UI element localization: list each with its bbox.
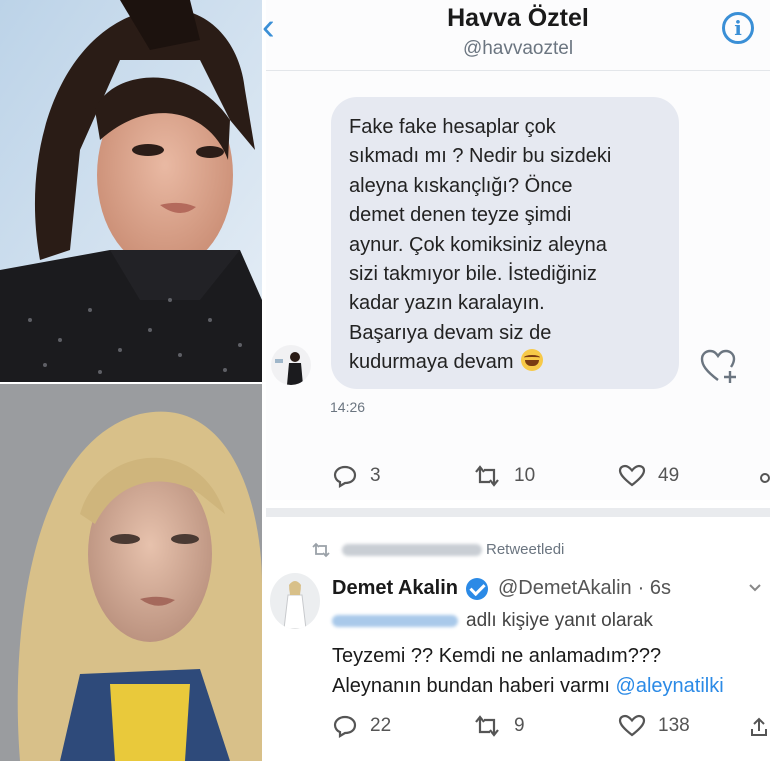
heart-plus-icon[interactable] xyxy=(700,348,740,386)
message-line-last: kudurmaya devam xyxy=(349,348,661,377)
tweet-text-line: Teyzemi ?? Kemdi ne anlamadım??? xyxy=(332,645,662,667)
retweeted-label: Retweetledi xyxy=(486,541,565,558)
blurred-reply-target xyxy=(332,615,458,627)
reply-action[interactable]: 3 xyxy=(332,464,381,488)
direct-message-panel: ‹ Havva Öztel @havvaoztel i Fake fake he… xyxy=(262,0,770,500)
message-line: sıkmadı mı ? Nedir bu sizdeki xyxy=(349,145,612,168)
tweet-author-line: Demet Akalin @DemetAkalin · 6s xyxy=(332,577,671,600)
mention-link[interactable]: @aleynatilki xyxy=(616,675,724,697)
conversation-handle: @havvaoztel xyxy=(462,38,574,59)
photo-brunette-woman xyxy=(0,0,262,382)
verified-badge-icon xyxy=(465,577,488,600)
like-count: 49 xyxy=(658,465,680,486)
author-name[interactable]: Demet Akalin xyxy=(332,577,458,600)
blurred-retweeter-name xyxy=(342,543,482,556)
reply-icon xyxy=(333,465,357,488)
like-action[interactable]: 49 xyxy=(618,464,679,488)
tweet-body: Teyzemi ?? Kemdi ne anlamadım??? Aleynan… xyxy=(332,641,724,701)
reply-label: adlı kişiye yanıt olarak xyxy=(466,610,653,631)
reply-context: adlı kişiye yanıt olarak xyxy=(332,610,653,632)
tweet-age: · 6s xyxy=(637,577,671,599)
retweet-action[interactable]: 10 xyxy=(472,464,535,488)
message-bubble[interactable]: Fake fake hesaplar çok sıkmadı mı ? Nedi… xyxy=(331,97,679,389)
retweet-icon xyxy=(475,465,499,487)
message-line: sizi takmıyor bile. İstediğiniz xyxy=(349,263,597,286)
retweeted-by-line: Retweetledi xyxy=(310,541,564,558)
share-icon[interactable] xyxy=(750,717,768,737)
sender-avatar[interactable] xyxy=(271,345,311,385)
reply-icon xyxy=(333,715,357,738)
tweet-reply-action[interactable]: 22 xyxy=(332,714,391,738)
message-line: aynur. Çok komiksiniz aleyna xyxy=(349,233,607,256)
retweet-small-icon xyxy=(312,542,330,557)
retweet-icon xyxy=(475,715,499,737)
message-line: kadar yazın karalayın. xyxy=(349,292,545,315)
tweet-text-line: Aleynanın bundan haberi varmı @aleynatil… xyxy=(332,671,724,701)
message-line: Başarıya devam siz de xyxy=(349,321,552,344)
heart-icon xyxy=(618,464,646,487)
tweet-text-prefix: Aleynanın bundan haberi varmı xyxy=(332,675,610,697)
tweet-retweet-count: 9 xyxy=(514,715,525,736)
message-line: demet denen teyze şimdi xyxy=(349,204,572,227)
author-handle[interactable]: @DemetAkalin xyxy=(498,577,632,600)
tweet-reply-count: 22 xyxy=(370,715,392,736)
tweet-like-action[interactable]: 138 xyxy=(618,714,690,738)
message-line-text: kudurmaya devam xyxy=(349,351,514,374)
reply-count: 3 xyxy=(370,465,381,486)
retweet-count: 10 xyxy=(514,465,536,486)
info-icon[interactable]: i xyxy=(722,12,754,44)
section-divider xyxy=(266,508,770,517)
more-options-icon[interactable] xyxy=(760,473,770,483)
message-line: aleyna kıskançlığı? Önce xyxy=(349,174,573,197)
laughing-emoji-icon xyxy=(521,349,544,372)
tweet-retweet-action[interactable]: 9 xyxy=(472,714,525,738)
conversation-title: Havva Öztel xyxy=(447,4,589,32)
heart-icon xyxy=(618,714,646,737)
chevron-down-icon[interactable] xyxy=(748,583,762,593)
header-divider xyxy=(266,70,770,71)
message-line: Fake fake hesaplar çok xyxy=(349,116,556,138)
tweet-like-count: 138 xyxy=(658,715,690,736)
tweet-author-avatar[interactable] xyxy=(270,573,320,629)
message-timestamp: 14:26 xyxy=(330,399,366,415)
photo-blonde-woman xyxy=(0,384,262,761)
tweet-card: Retweetledi Demet Akalin @DemetAkalin · … xyxy=(266,517,770,761)
